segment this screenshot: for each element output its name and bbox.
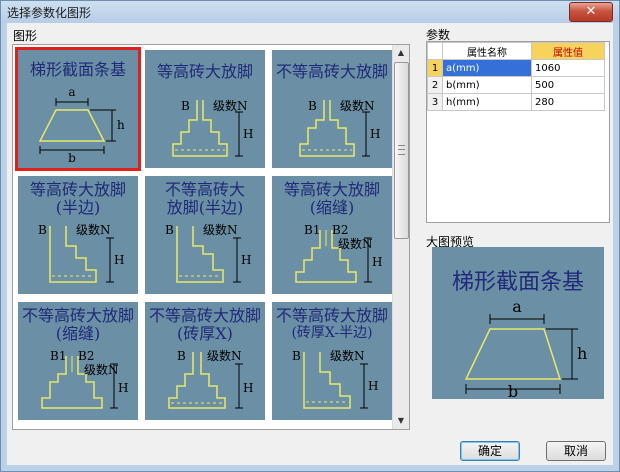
preview-label-b: b [508,382,518,399]
label-n: 级数N [340,98,375,113]
label-b1: B1 [50,349,66,363]
shapes-section-label: 图形 [13,29,38,43]
label-n: 级数N [330,348,365,363]
gallery-scrollbar[interactable]: ▲ ▼ [392,45,409,429]
shape-tile-equal-footing[interactable]: 等高砖大放脚 B 级数N H [145,50,265,168]
label-n: 级数N [76,222,111,237]
row-value[interactable]: 500 [531,76,605,94]
shape-gallery: 梯形截面条基 a b h 等高砖大放脚 B 级数N H 不等高砖大放脚 B 级数… [12,44,410,430]
label-n: 级数N [213,98,248,113]
label-h: H [114,253,124,267]
params-header-row: 属性名称 属性值 [427,42,605,60]
label-h: H [243,381,253,395]
scrollbar-thumb[interactable] [394,62,409,239]
table-row[interactable]: 2 b(mm) 500 [427,76,605,94]
shape-tile-unequal-footing-half[interactable]: 不等高砖大 放脚(半边) B 级数N H [145,176,265,294]
row-name: a(mm) [442,59,532,77]
label-h: H [368,379,378,393]
ok-button[interactable]: 确定 [460,441,520,461]
label-h: H [241,253,251,267]
label-n: 级数N [207,348,242,363]
preview-label-h: h [577,344,587,363]
shape-tile-unequal-footing-brick-x-half[interactable]: 不等高砖大放脚 (砖厚X-半边) B 级数N H [272,302,392,420]
value-column-header[interactable]: 属性值 [531,42,605,60]
params-table-container: 属性名称 属性值 1 a(mm) 1060 2 b(mm) 500 3 h(mm… [426,41,610,223]
stepped-footing-diagram: B1 B2 级数N H [295,223,382,283]
row-index: 3 [427,93,443,111]
scroll-up-arrow-icon[interactable]: ▲ [393,45,409,61]
row-value[interactable]: 1060 [531,59,605,77]
label-h: H [370,127,380,141]
preview-label-a: a [512,297,522,316]
shape-tile-unequal-footing-brick-x[interactable]: 不等高砖大放脚 (砖厚X) B 级数N H [145,302,265,420]
stepped-footing-diagram: B 级数N H [165,222,251,283]
dialog-window: 选择参数化图形 ✕ 图形 梯形截面条基 a b h 等高砖大放脚 B 级数N H… [0,0,620,472]
label-b2: B2 [78,349,94,363]
stepped-footing-diagram: B 级数N H [168,348,253,409]
label-b: B [292,349,301,363]
index-header [427,42,443,60]
stepped-footing-diagram: B 级数N H [292,348,378,409]
stepped-footing-diagram: B 级数N H [172,98,253,157]
grip-icon [398,145,405,155]
preview-canvas: 梯形截面条基 a b h [432,247,604,399]
stepped-footing-diagram: B 级数N H [38,222,124,283]
label-h: h [117,118,125,132]
label-b: B [177,349,186,363]
row-name: h(mm) [442,93,532,111]
label-h: H [372,255,382,269]
label-b: B [181,99,190,113]
label-b: B [38,223,47,237]
table-row[interactable]: 1 a(mm) 1060 [427,59,605,77]
params-table: 属性名称 属性值 1 a(mm) 1060 2 b(mm) 500 3 h(mm… [427,42,605,111]
label-b2: B2 [332,223,348,237]
label-a: a [68,85,75,99]
stepped-footing-diagram: B 级数N H [299,98,380,157]
label-n: 级数N [203,222,238,237]
label-b: b [68,151,76,165]
shape-tile-unequal-footing-joint[interactable]: 不等高砖大放脚 (缩缝) B1 B2 级数N H [18,302,138,420]
row-index: 1 [427,59,443,77]
preview-trapezoid-diagram: 梯形截面条基 a b h [452,270,587,399]
label-n: 级数N [84,362,119,377]
shape-tile-unequal-footing[interactable]: 不等高砖大放脚 B 级数N H [272,50,392,168]
name-column-header[interactable]: 属性名称 [442,42,532,60]
shape-tile-trapezoid-strip[interactable]: 梯形截面条基 a b h [15,47,141,171]
label-b: B [308,99,317,113]
row-name: b(mm) [442,76,532,94]
window-title: 选择参数化图形 [7,6,92,20]
shape-tile-equal-footing-joint[interactable]: 等高砖大放脚 (缩缝) B1 B2 级数N H [272,176,392,294]
close-button[interactable]: ✕ [569,2,613,22]
cancel-button[interactable]: 取消 [546,441,606,461]
preview-title: 梯形截面条基 [452,270,584,295]
label-h: H [118,381,128,395]
stepped-footing-diagram: B1 B2 级数N H [41,349,128,409]
scroll-down-arrow-icon[interactable]: ▼ [393,413,409,429]
row-value[interactable]: 280 [531,93,605,111]
trapezoid-diagram: a b h [38,85,125,165]
label-b1: B1 [304,223,320,237]
shape-tile-equal-footing-half[interactable]: 等高砖大放脚 (半边) B 级数N H [18,176,138,294]
title-bar[interactable]: 选择参数化图形 ✕ [1,1,619,23]
label-h: H [243,127,253,141]
row-index: 2 [427,76,443,94]
label-n: 级数N [338,236,373,251]
dialog-body: 图形 梯形截面条基 a b h 等高砖大放脚 B 级数N H 不等高砖大放脚 B… [7,23,613,465]
table-row[interactable]: 3 h(mm) 280 [427,93,605,111]
label-b: B [165,223,174,237]
